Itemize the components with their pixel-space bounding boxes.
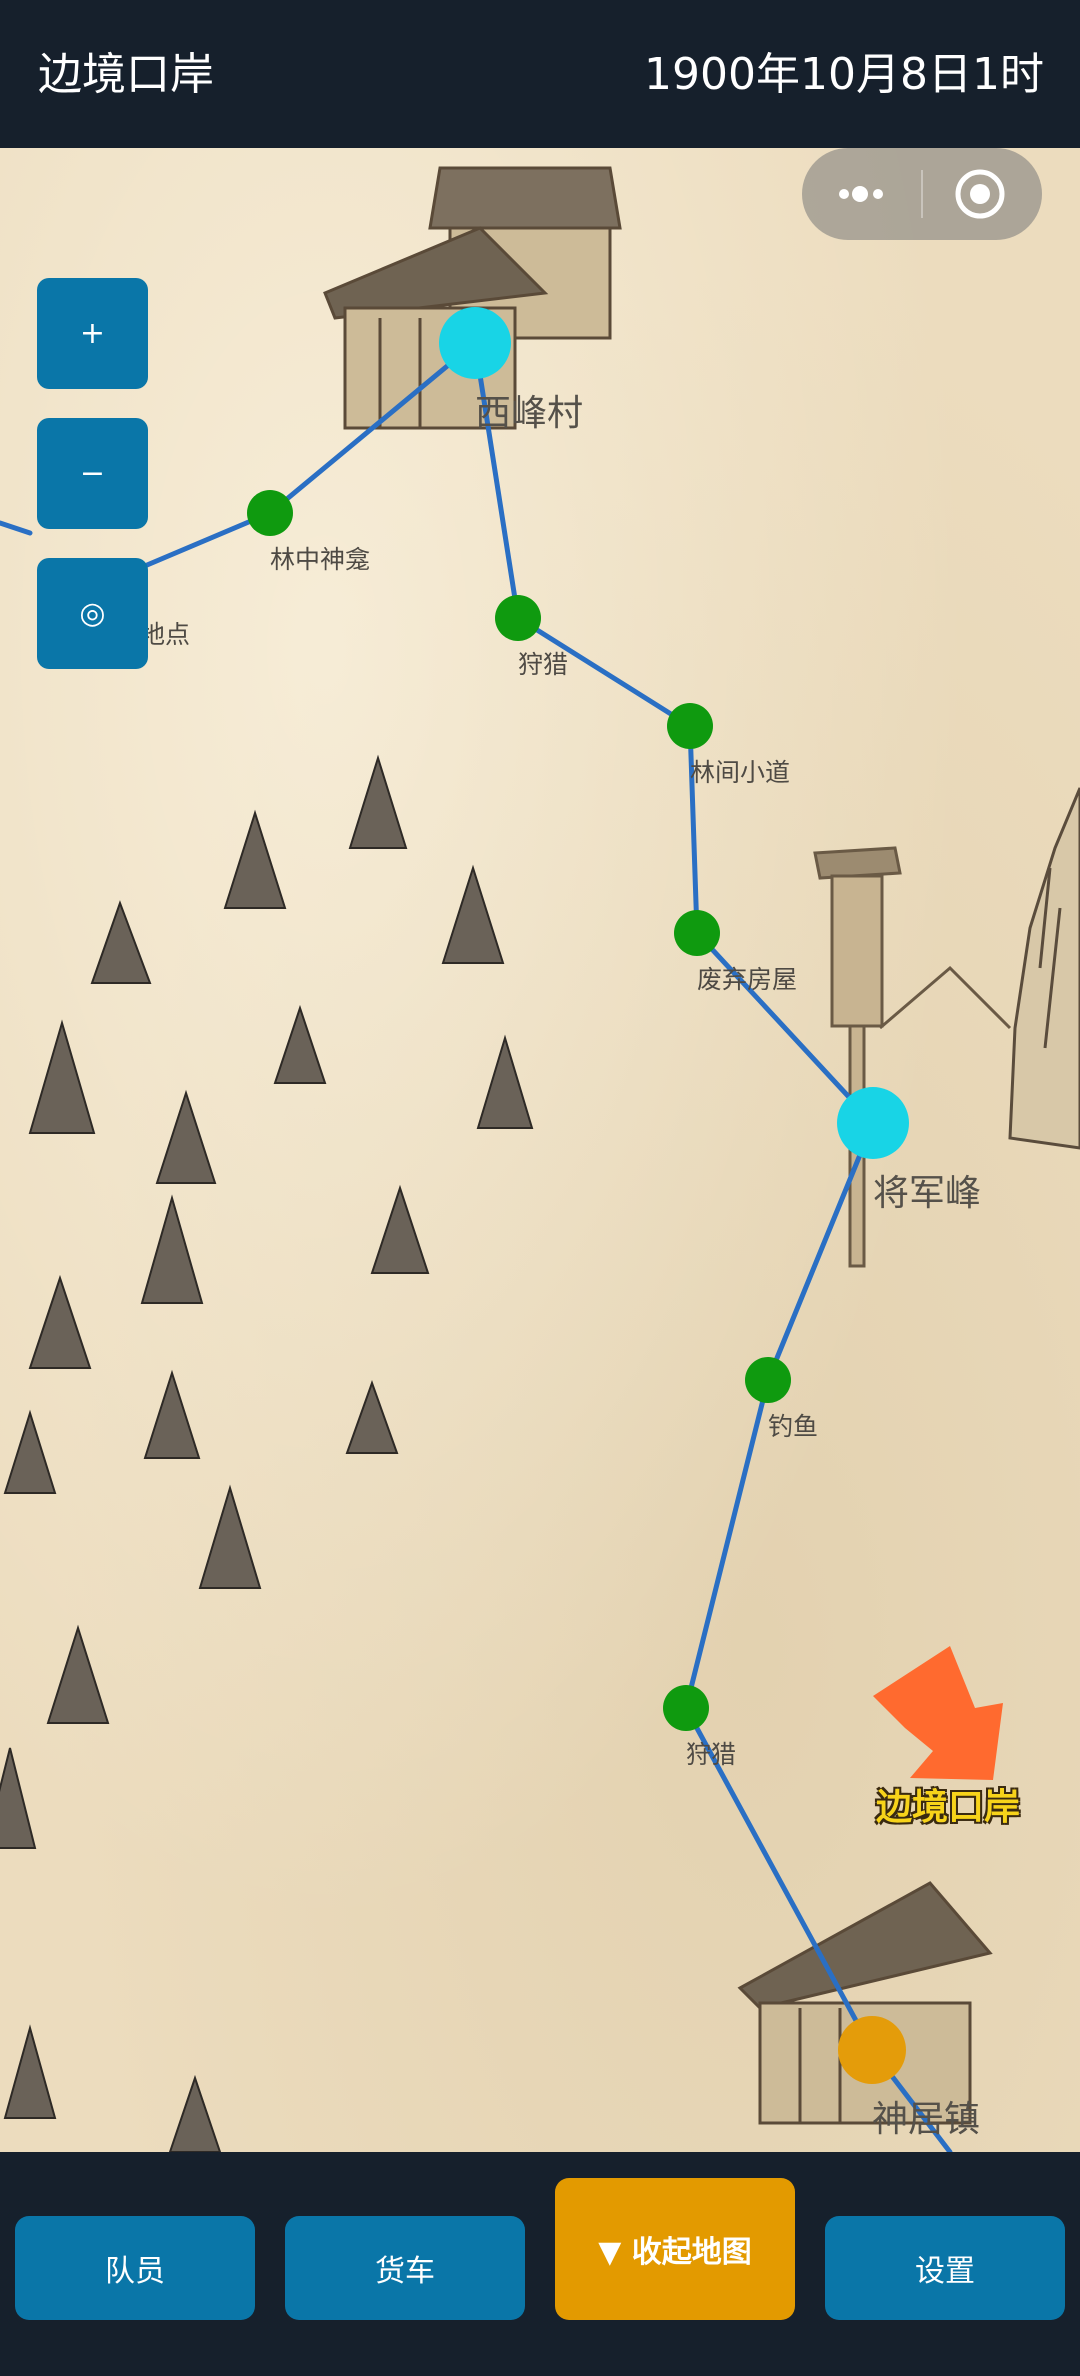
zoom-in-button[interactable]: + [37,278,148,389]
poi-node [667,703,713,749]
poi-node [745,1357,791,1403]
destination-label[interactable]: 边境口岸 [876,1778,1020,1830]
location-label-jiangjun[interactable]: 将军峰 [873,1164,981,1216]
poi-node [495,595,541,641]
bottom-nav: 队员 货车 ▼ 收起地图 设置 [0,2152,1080,2376]
route-network [0,307,1003,2152]
game-datetime: 1900年10月8日1时 [644,49,1044,100]
wagon-button[interactable]: 货车 [285,2216,525,2320]
route-segment [0,520,33,536]
poi-label-abandoned-house[interactable]: 废弃房屋 [697,960,797,996]
poi-node [674,910,720,956]
settings-button[interactable]: 设置 [825,2216,1065,2320]
poi-node [247,490,293,536]
poi-label-fishing[interactable]: 钓鱼 [768,1407,818,1443]
close-miniprogram-icon[interactable] [955,169,1005,219]
top-bar: 边境口岸 1900年10月8日1时 [0,0,1080,148]
capsule-divider [921,170,923,218]
collapse-map-button[interactable]: ▼ 收起地图 [555,2178,795,2320]
location-label-shenju[interactable]: 神居镇 [872,2090,980,2142]
route-segment [683,1377,771,1711]
location-node [439,307,511,379]
poi-label-forest-path[interactable]: 林间小道 [690,753,790,789]
poi-label-shrine[interactable]: 林中神龛 [270,540,370,576]
zoom-out-button[interactable]: − [37,418,148,529]
more-options-icon[interactable] [839,186,883,202]
poi-label-hunting[interactable]: 狩猎 [518,645,568,681]
locate-button[interactable]: ◎ [37,558,148,669]
members-button[interactable]: 队员 [15,2216,255,2320]
current-location-node [838,2016,906,2084]
miniprogram-capsule [802,148,1042,240]
route-segment [765,1120,876,1383]
route-segment [267,340,478,516]
location-label-xifeng[interactable]: 西峰村 [475,384,583,436]
destination-arrow-icon [873,1646,1003,1780]
poi-node [663,1685,709,1731]
page-title: 边境口岸 [38,49,214,100]
location-node [837,1087,909,1159]
world-map[interactable]: 西峰村 将军峰 神居镇 林中神龛 地点 狩猎 林间小道 废弃房屋 钓鱼 狩猎 边… [0,148,1080,2152]
poi-label-hunting-2[interactable]: 狩猎 [686,1735,736,1771]
